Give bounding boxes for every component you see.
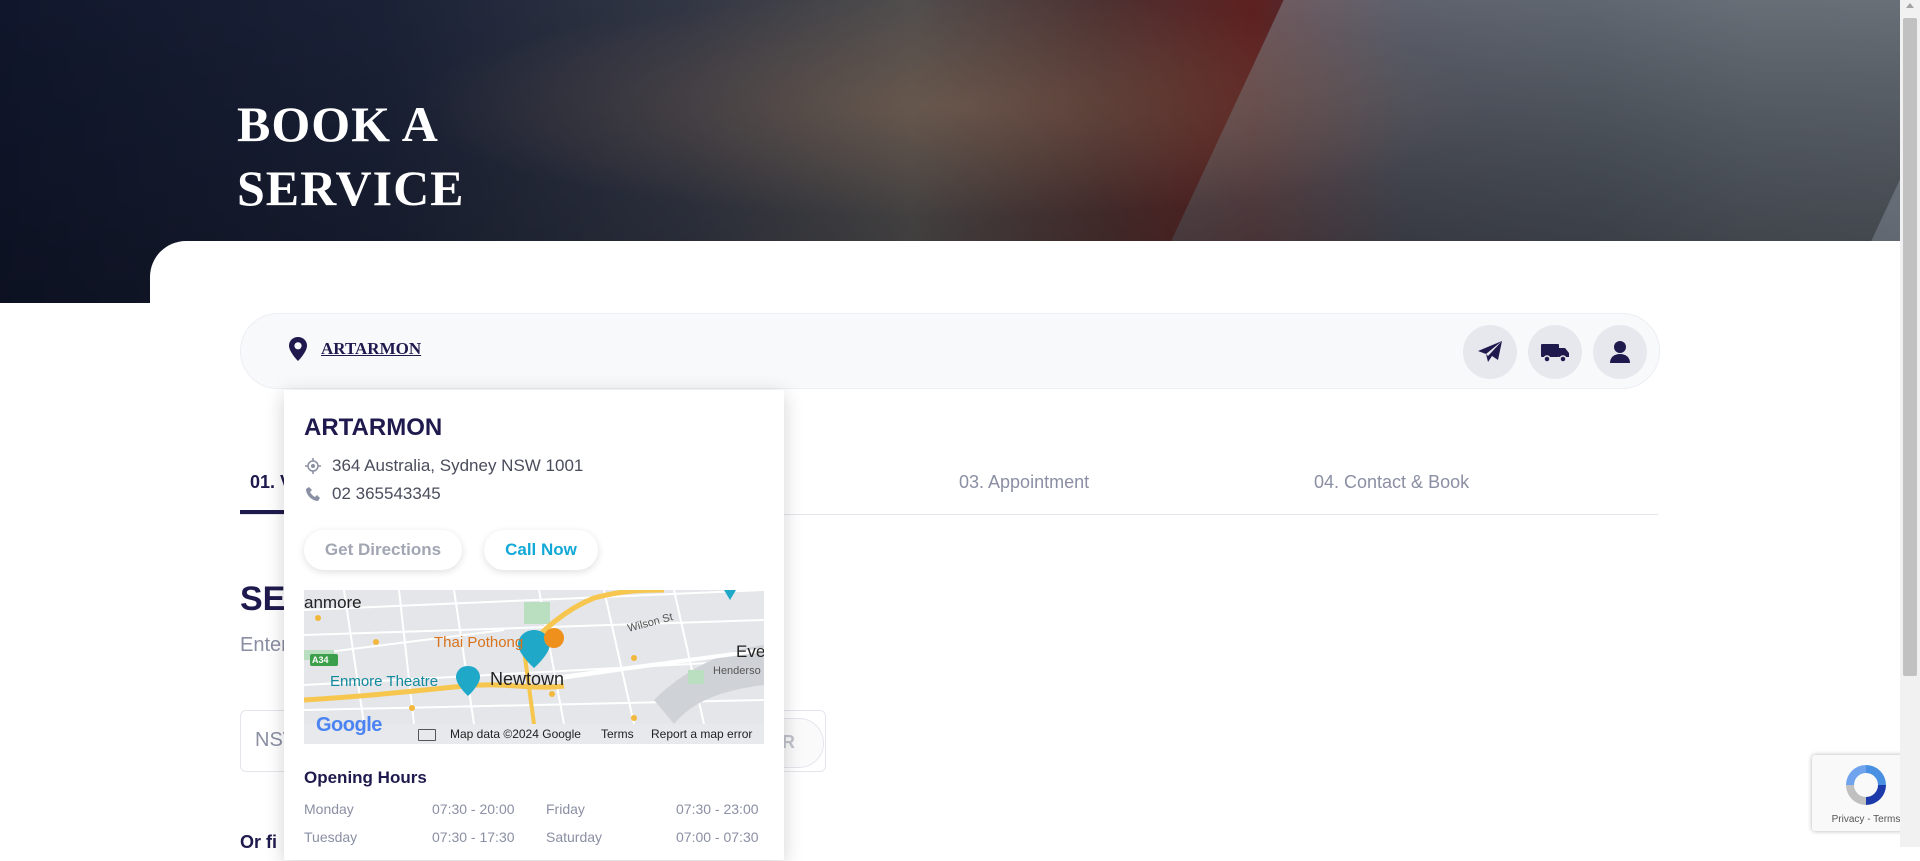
tab-contact-book[interactable]: 04. Contact & Book — [1314, 472, 1469, 493]
map-label-thai: Thai Pothong — [434, 634, 524, 651]
popup-phone: 02 365543345 — [304, 484, 441, 504]
hours-time: 07:30 - 23:00 — [676, 801, 759, 817]
map-report-link[interactable]: Report a map error — [651, 727, 752, 741]
crosshair-icon — [304, 457, 322, 475]
send-button[interactable] — [1463, 325, 1517, 379]
section-subtitle: Enter — [240, 634, 288, 656]
hours-day: Friday — [546, 801, 585, 817]
hours-day: Monday — [304, 801, 354, 817]
paper-plane-icon — [1478, 341, 1502, 362]
popup-address: 364 Australia, Sydney NSW 1001 — [304, 456, 583, 476]
map-label-enmore: Enmore Theatre — [330, 673, 439, 690]
user-icon — [1610, 341, 1630, 363]
delivery-button[interactable] — [1528, 325, 1582, 379]
hours-day: Tuesday — [304, 829, 358, 845]
popup-address-text: 364 Australia, Sydney NSW 1001 — [332, 456, 584, 475]
map-label-newtown: Newtown — [490, 669, 565, 689]
hours-time: 07:30 - 17:30 — [432, 829, 515, 845]
hours-time: 07:00 - 07:30 — [676, 829, 759, 845]
location-bar: ARTARMON — [240, 313, 1660, 389]
recaptcha-icon — [1846, 765, 1886, 805]
section-heading: SE — [240, 580, 286, 618]
location-popup: ARTARMON 364 Australia, Sydney NSW 1001 … — [284, 390, 784, 860]
map-label-eve: Eve — [736, 642, 764, 661]
map-canvas — [304, 590, 764, 724]
phone-icon — [304, 485, 322, 503]
page-title: BOOK A SERVICE — [237, 96, 465, 216]
or-find-text: Or fi — [240, 832, 278, 852]
location-map[interactable]: anmore Thai Pothong Wilson St Eve Hender… — [304, 590, 764, 744]
popup-phone-text: 02 365543345 — [332, 484, 441, 503]
get-directions-button[interactable]: Get Directions — [304, 530, 462, 570]
popup-title: ARTARMON — [304, 414, 443, 441]
map-label-hender: Henderso — [713, 665, 761, 677]
call-now-button[interactable]: Call Now — [484, 530, 598, 570]
scroll-thumb[interactable] — [1903, 18, 1917, 676]
map-footer: Map data ©2024 Google Terms Report a map… — [304, 724, 764, 744]
account-button[interactable] — [1593, 325, 1647, 379]
map-label-a34: A34 — [312, 655, 329, 665]
location-pin-icon — [289, 337, 307, 361]
scroll-up-arrow-icon[interactable] — [1906, 3, 1914, 8]
map-data-text: Map data ©2024 Google — [450, 727, 581, 741]
hours-day: Saturday — [546, 829, 603, 845]
tab-appointment[interactable]: 03. Appointment — [959, 472, 1089, 493]
truck-icon — [1541, 344, 1569, 363]
selected-location-link[interactable]: ARTARMON — [321, 339, 421, 359]
map-label-anmore: anmore — [304, 593, 362, 612]
hours-time: 07:30 - 20:00 — [432, 801, 515, 817]
map-terms-link[interactable]: Terms — [601, 727, 634, 741]
page-scrollbar[interactable] — [1900, 0, 1920, 847]
opening-hours-title: Opening Hours — [304, 768, 427, 787]
keyboard-icon[interactable] — [418, 729, 436, 741]
